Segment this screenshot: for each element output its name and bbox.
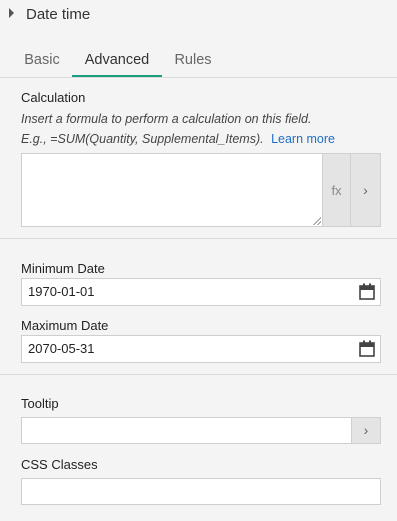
resize-grip-icon[interactable] (313, 217, 321, 225)
maximum-date-value: 2070-05-31 (28, 341, 95, 356)
css-classes-input[interactable] (21, 478, 381, 505)
minimum-date-input[interactable]: 1970-01-01 (21, 278, 381, 306)
calendar-icon[interactable] (359, 340, 375, 357)
calculation-label: Calculation (21, 90, 86, 105)
css-classes-label: CSS Classes (21, 457, 98, 472)
calculation-expand-button[interactable]: › (350, 153, 381, 227)
minimum-date-label: Minimum Date (21, 261, 105, 276)
divider (0, 374, 397, 375)
calculation-textarea[interactable] (21, 153, 323, 227)
fx-button[interactable]: fx (322, 153, 350, 227)
maximum-date-input[interactable]: 2070-05-31 (21, 335, 381, 363)
tab-advanced[interactable]: Advanced (72, 45, 162, 77)
tab-basic[interactable]: Basic (14, 45, 70, 75)
tooltip-expand-button[interactable]: › (351, 417, 381, 444)
tab-rules[interactable]: Rules (164, 45, 222, 75)
learn-more-link[interactable]: Learn more (271, 132, 335, 146)
calculation-hint-line2: E.g., =SUM(Quantity, Supplemental_Items)… (21, 132, 335, 146)
section-header[interactable]: Date time (0, 0, 397, 32)
minimum-date-value: 1970-01-01 (28, 284, 95, 299)
divider (0, 238, 397, 239)
section-title: Date time (26, 6, 91, 23)
calculation-hint-line1: Insert a formula to perform a calculatio… (21, 112, 312, 126)
caret-right-icon[interactable] (9, 8, 14, 18)
tooltip-input[interactable] (21, 417, 352, 444)
calculation-hint-example: E.g., =SUM(Quantity, Supplemental_Items)… (21, 132, 264, 146)
tooltip-label: Tooltip (21, 396, 59, 411)
calendar-icon[interactable] (359, 283, 375, 300)
tab-bar: Basic Advanced Rules (0, 45, 397, 78)
maximum-date-label: Maximum Date (21, 318, 109, 333)
